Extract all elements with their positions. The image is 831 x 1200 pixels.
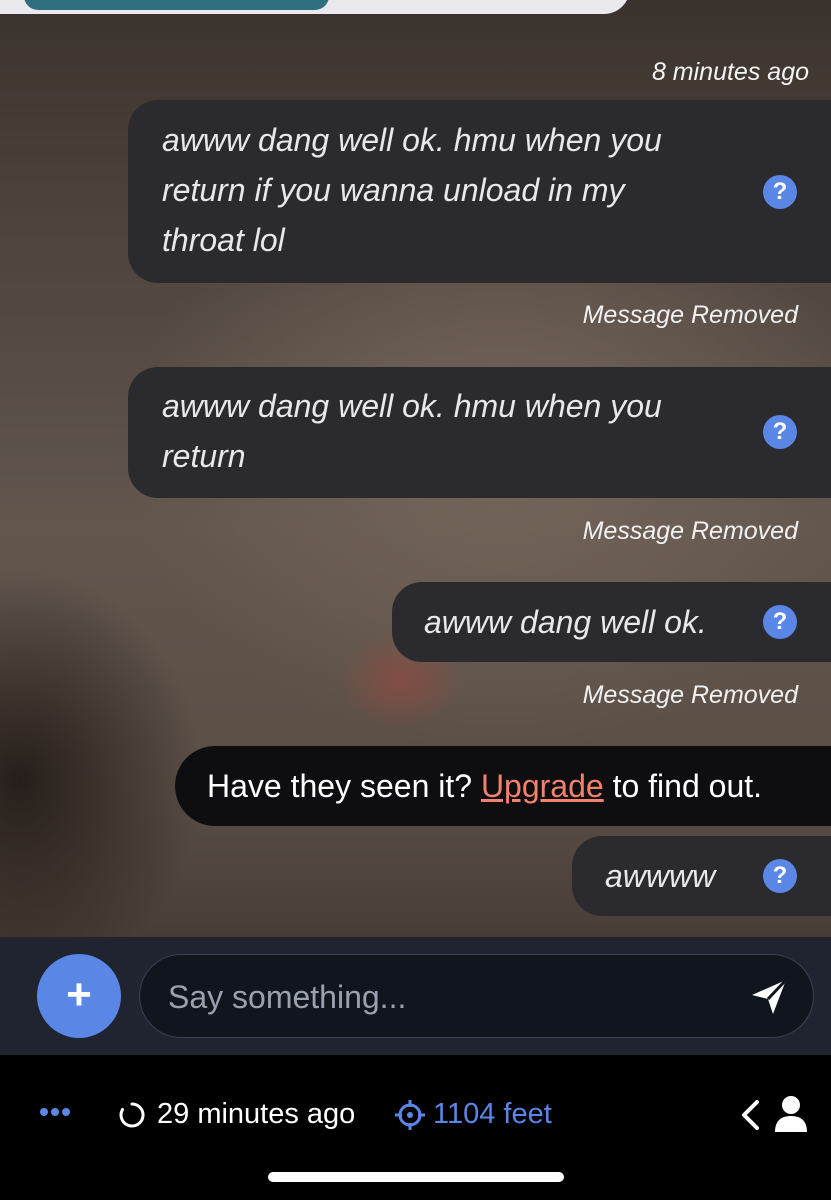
- question-icon[interactable]: ?: [763, 605, 797, 639]
- upgrade-link[interactable]: Upgrade: [481, 768, 604, 804]
- message-bubble[interactable]: awwww ?: [572, 836, 831, 916]
- message-status: Message Removed: [582, 681, 798, 709]
- message-line: awwww: [605, 858, 716, 894]
- add-attachment-button[interactable]: +: [37, 954, 121, 1038]
- message-line: awww dang well ok. hmu when you: [162, 122, 662, 158]
- message-line: awww dang well ok.: [424, 604, 707, 640]
- upsell-text: to find out.: [603, 768, 763, 804]
- message-line: awww dang well ok. hmu when you: [162, 388, 662, 424]
- message-status: Message Removed: [582, 301, 798, 329]
- question-icon[interactable]: ?: [763, 175, 797, 209]
- message-status: Message Removed: [582, 517, 798, 545]
- chevron-left-icon[interactable]: [738, 1098, 762, 1132]
- message-timestamp: 8 minutes ago: [651, 58, 809, 86]
- clock-icon: [119, 1102, 145, 1128]
- more-dots-icon[interactable]: [40, 1103, 76, 1119]
- home-indicator[interactable]: [268, 1172, 564, 1182]
- message-line: throat lol: [162, 222, 285, 258]
- message-line: return: [162, 438, 246, 474]
- message-bubble[interactable]: awww dang well ok. hmu when you return ?: [128, 367, 831, 498]
- send-icon[interactable]: [749, 977, 789, 1017]
- distance-text: 1104 feet: [433, 1098, 552, 1130]
- person-icon[interactable]: [772, 1094, 810, 1134]
- message-bubble[interactable]: awww dang well ok. ?: [392, 582, 831, 662]
- upsell-text: Have they seen it?: [207, 768, 481, 804]
- question-icon[interactable]: ?: [763, 415, 797, 449]
- message-bubble[interactable]: awww dang well ok. hmu when you return i…: [128, 100, 831, 283]
- message-input[interactable]: [166, 969, 730, 1025]
- last-active-text: 29 minutes ago: [157, 1098, 356, 1130]
- question-icon[interactable]: ?: [763, 859, 797, 893]
- message-line: return if you wanna unload in my: [162, 172, 625, 208]
- message-input-container: [139, 954, 814, 1038]
- location-target-icon: [395, 1100, 425, 1130]
- read-receipt-upsell: Have they seen it? Upgrade to find out.: [175, 746, 831, 826]
- top-card-accent: [24, 0, 329, 10]
